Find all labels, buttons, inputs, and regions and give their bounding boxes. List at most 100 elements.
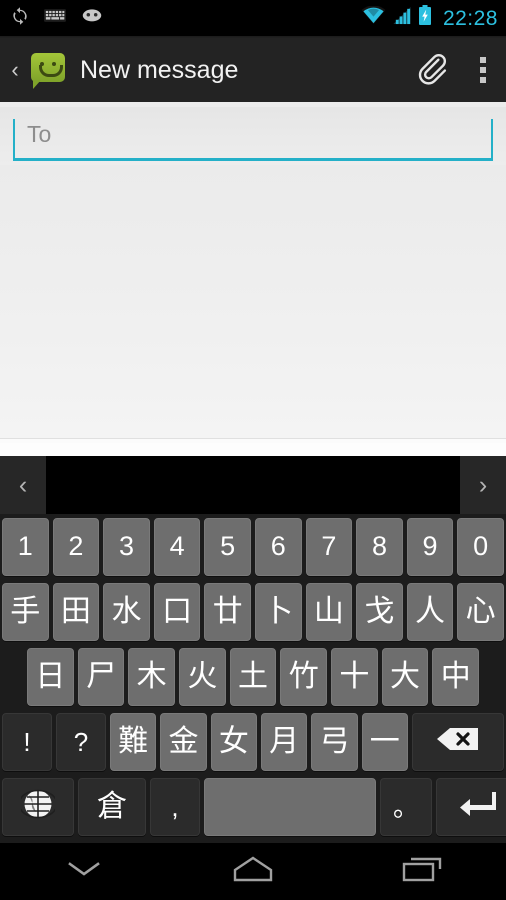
to-input[interactable] <box>15 119 491 148</box>
key-label: 戈 <box>364 593 395 629</box>
key-label: 5 <box>220 531 236 561</box>
key-label: 心 <box>465 593 496 629</box>
key-label: , <box>171 791 179 822</box>
key-label: 難 <box>118 723 149 759</box>
key-十[interactable]: 十 <box>331 647 378 706</box>
key-倉[interactable]: 倉 <box>78 777 146 836</box>
key-label: 4 <box>169 531 185 561</box>
key-label: 6 <box>270 531 286 561</box>
enter-icon <box>458 789 496 824</box>
key-大[interactable]: 大 <box>381 647 429 706</box>
key-廿[interactable]: 廿 <box>204 582 251 641</box>
key-label: ? <box>73 726 89 757</box>
key-label: 0 <box>473 531 489 561</box>
candidate-prev-button[interactable]: ‹ <box>0 456 46 514</box>
status-bar-left-icons <box>10 6 361 31</box>
keyboard-row-cangjie-3: !? 難金女月弓一 <box>0 709 506 774</box>
key-1[interactable]: 1 <box>2 517 49 576</box>
key-?[interactable]: ? <box>56 712 106 771</box>
key-一[interactable]: 一 <box>361 712 408 771</box>
overflow-menu-button[interactable] <box>460 38 506 102</box>
sync-icon <box>10 6 30 31</box>
key-木[interactable]: 木 <box>128 647 176 706</box>
keyboard-icon <box>44 8 66 28</box>
key-label: 廿 <box>212 593 243 629</box>
status-bar-clock: 22:28 <box>442 6 498 30</box>
key-水[interactable]: 水 <box>103 582 150 641</box>
compose-screen <box>0 102 506 444</box>
key-![interactable]: ! <box>2 712 52 771</box>
key-田[interactable]: 田 <box>52 582 100 641</box>
key-backspace[interactable] <box>411 712 504 771</box>
keyboard-row-cangjie-2: 日尸木火土竹十大中 <box>0 644 506 709</box>
key-label: 土 <box>238 658 269 694</box>
candidate-list[interactable] <box>46 456 460 514</box>
key-尸[interactable]: 尸 <box>77 647 125 706</box>
attach-button[interactable] <box>404 38 460 102</box>
candidate-next-button[interactable]: › <box>460 456 506 514</box>
key-label: 田 <box>60 593 91 629</box>
hide-keyboard-button[interactable] <box>0 843 169 900</box>
key-竹[interactable]: 竹 <box>280 647 328 706</box>
key-label: 7 <box>321 531 337 561</box>
key-口[interactable]: 口 <box>153 582 201 641</box>
key-戈[interactable]: 戈 <box>356 582 403 641</box>
battery-charging-icon <box>418 5 432 31</box>
key-7[interactable]: 7 <box>305 517 353 576</box>
key-山[interactable]: 山 <box>305 582 353 641</box>
key-金[interactable]: 金 <box>160 712 207 771</box>
key-label: 中 <box>440 658 471 694</box>
home-icon <box>224 853 282 890</box>
key-space[interactable] <box>204 777 376 836</box>
key-心[interactable]: 心 <box>457 582 504 641</box>
key-enter[interactable] <box>436 777 506 836</box>
recipient-field[interactable] <box>13 119 493 161</box>
key-3[interactable]: 3 <box>103 517 150 576</box>
signal-icon <box>392 6 412 30</box>
key-label: 口 <box>162 593 193 629</box>
key-人[interactable]: 人 <box>406 582 454 641</box>
key-label: 1 <box>17 531 33 561</box>
key-label: 9 <box>422 531 438 561</box>
key-globe[interactable] <box>2 777 74 836</box>
android-screen: 22:28 ‹ New message To ‹ › 1 2 3 4 5 6 7… <box>0 0 506 900</box>
key-label: 倉 <box>97 788 127 824</box>
key-手[interactable]: 手 <box>2 582 49 641</box>
key-label: 人 <box>415 593 446 629</box>
key-label: 十 <box>339 658 370 694</box>
key-中[interactable]: 中 <box>432 647 480 706</box>
key-月[interactable]: 月 <box>260 712 308 771</box>
recents-button[interactable] <box>337 843 506 900</box>
key-2[interactable]: 2 <box>52 517 100 576</box>
globe-icon <box>18 787 58 826</box>
key-label: 金 <box>168 723 199 759</box>
navigation-bar <box>0 843 506 900</box>
paperclip-icon <box>415 51 449 90</box>
overflow-dot <box>480 67 486 73</box>
messaging-app-icon[interactable] <box>28 50 68 90</box>
key-9[interactable]: 9 <box>406 517 454 576</box>
home-button[interactable] <box>169 843 338 900</box>
key-女[interactable]: 女 <box>210 712 257 771</box>
key-土[interactable]: 土 <box>229 647 277 706</box>
key-8[interactable]: 8 <box>356 517 403 576</box>
keyboard-row-numbers: 1 2 3 4 5 6 7 8 9 0 <box>0 514 506 579</box>
back-chevron-icon[interactable]: ‹ <box>0 59 26 81</box>
key-。[interactable]: 。 <box>380 777 432 836</box>
key-日[interactable]: 日 <box>27 647 74 706</box>
key-6[interactable]: 6 <box>254 517 302 576</box>
key-火[interactable]: 火 <box>179 647 226 706</box>
key-卜[interactable]: 卜 <box>254 582 302 641</box>
key-,[interactable]: , <box>150 777 200 836</box>
key-label: 火 <box>187 658 218 694</box>
key-0[interactable]: 0 <box>457 517 504 576</box>
keyboard-top-gap <box>0 443 506 456</box>
key-label: 卜 <box>263 593 294 629</box>
page-title: New message <box>80 55 239 84</box>
key-難[interactable]: 難 <box>110 712 157 771</box>
key-4[interactable]: 4 <box>153 517 201 576</box>
message-body-area[interactable] <box>0 165 506 438</box>
key-5[interactable]: 5 <box>204 517 251 576</box>
key-弓[interactable]: 弓 <box>311 712 358 771</box>
key-label: 手 <box>10 593 41 629</box>
